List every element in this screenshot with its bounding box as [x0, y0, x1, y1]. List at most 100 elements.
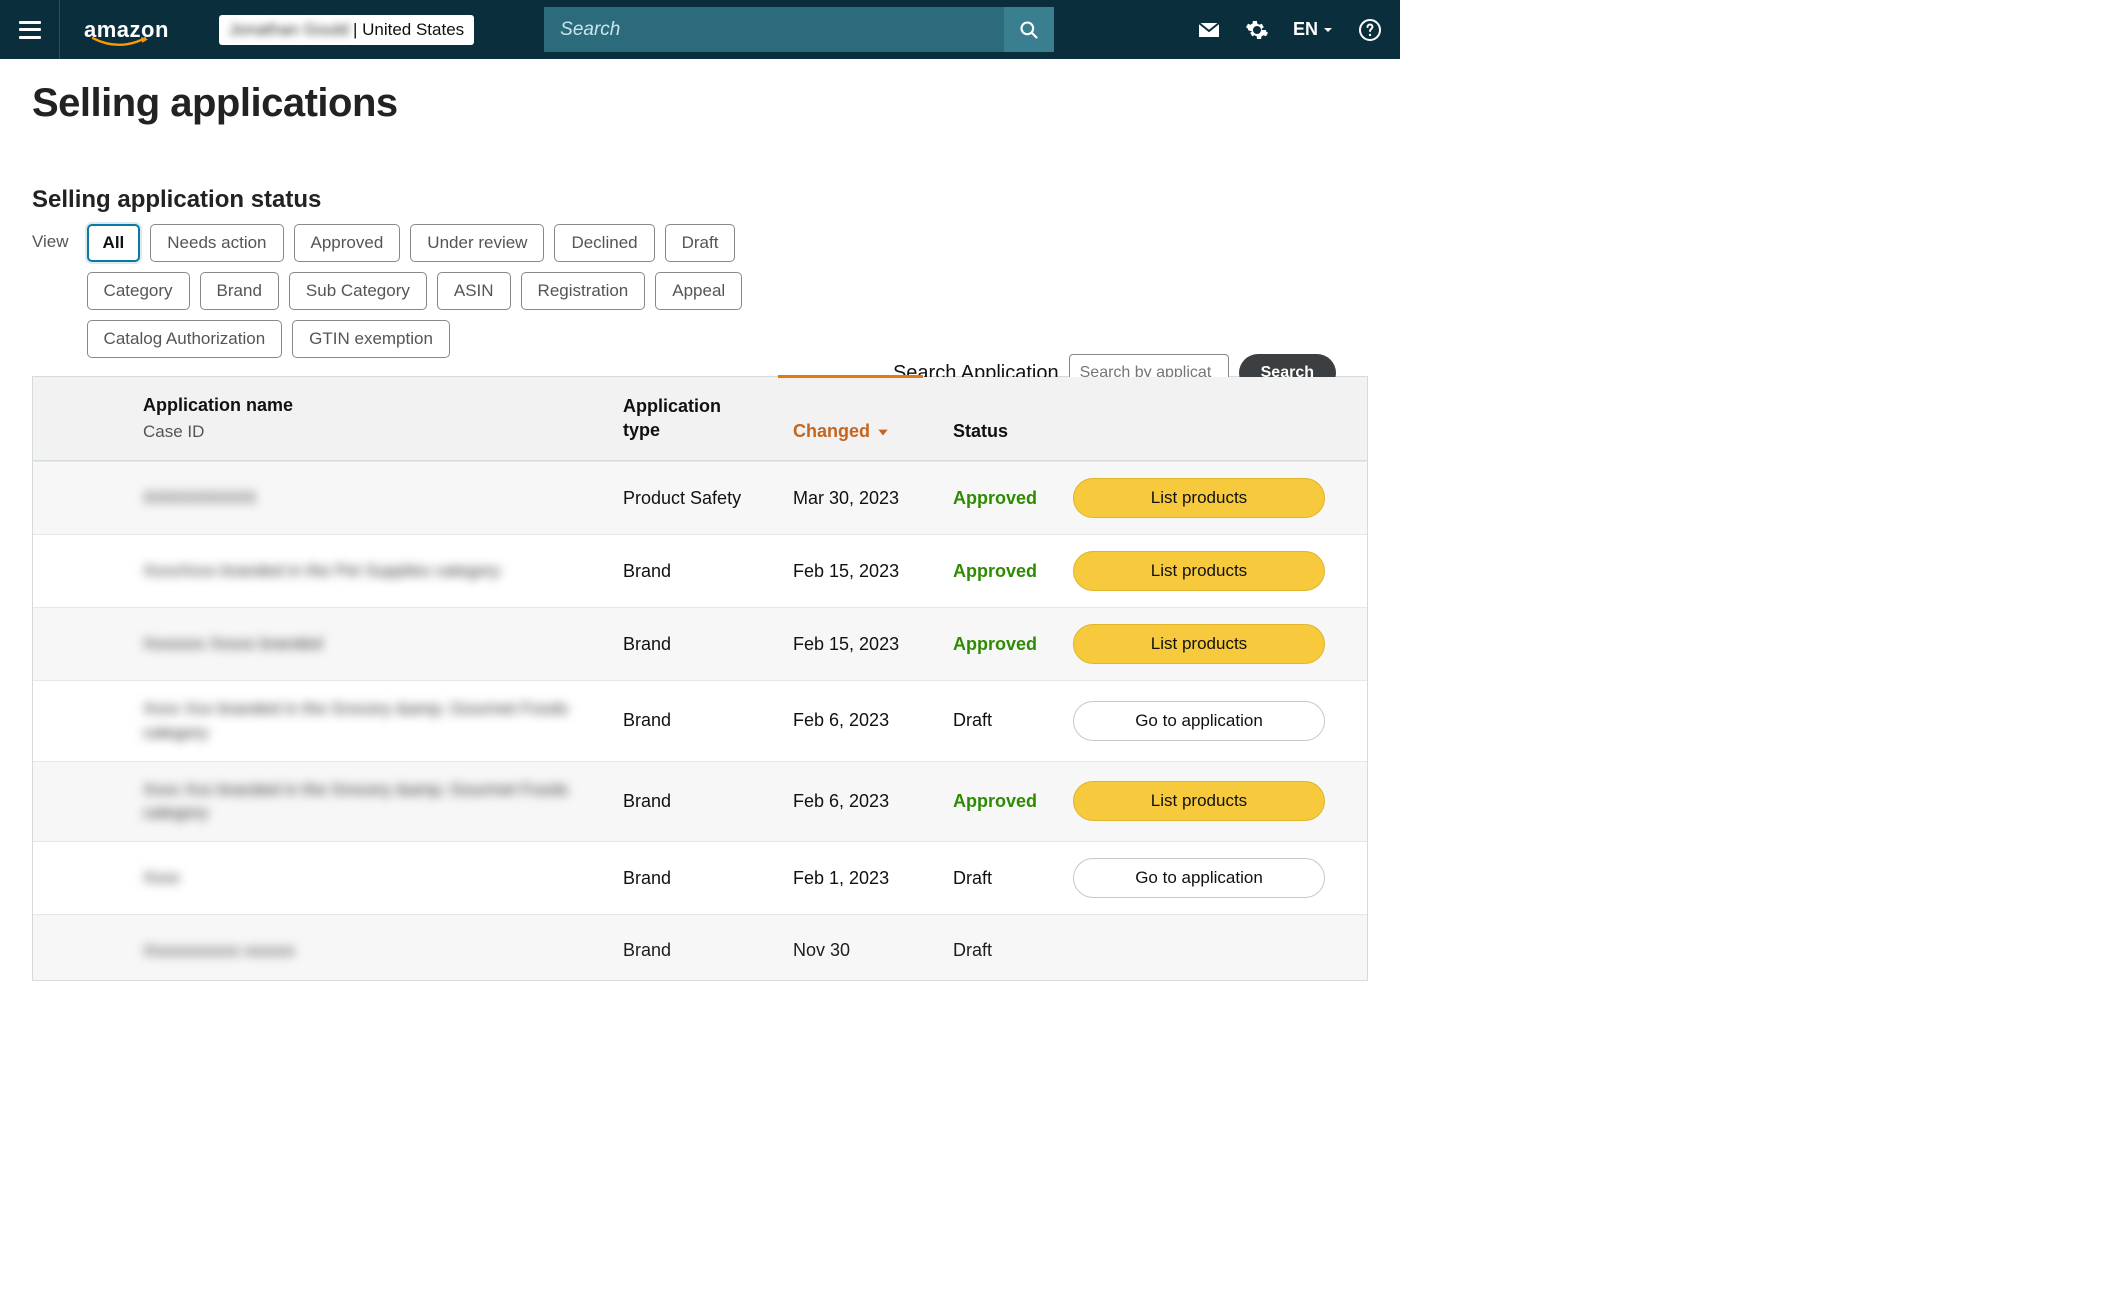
- th-application-name[interactable]: Application name: [143, 395, 623, 416]
- application-name-redacted: XxxxXxxx branded in the Pet Supplies cat…: [143, 559, 623, 583]
- table-row: Xxxx Xxx branded in the Grocery &amp; Go…: [33, 761, 1367, 842]
- cell-application-type: Brand: [623, 791, 793, 812]
- list-products-button[interactable]: List products: [1073, 551, 1325, 591]
- cell-status: Approved: [953, 488, 1073, 509]
- application-name-redacted: Xxxx: [143, 866, 623, 890]
- marketplace-label: | United States: [353, 20, 464, 40]
- cell-action: Go to application: [1073, 701, 1333, 741]
- th-application-type[interactable]: Application type: [623, 395, 793, 442]
- cell-changed: Nov 30: [793, 940, 953, 961]
- cell-status: Draft: [953, 940, 1073, 961]
- cell-status: Approved: [953, 561, 1073, 582]
- table-row: XxxxXxxx branded in the Pet Supplies cat…: [33, 534, 1367, 607]
- cell-changed: Mar 30, 2023: [793, 488, 953, 509]
- application-name-redacted: Xxxx Xxx branded in the Grocery &amp; Go…: [143, 697, 623, 745]
- cell-status: Approved: [953, 634, 1073, 655]
- nav-icon-group: EN: [1197, 18, 1382, 42]
- filter-chip-category[interactable]: Category: [87, 272, 190, 310]
- cell-application-type: Brand: [623, 634, 793, 655]
- go-to-application-button[interactable]: Go to application: [1073, 858, 1325, 898]
- cell-application-type: Brand: [623, 710, 793, 731]
- filter-chip-declined[interactable]: Declined: [554, 224, 654, 262]
- filter-chip-catalog-authorization[interactable]: Catalog Authorization: [87, 320, 283, 358]
- gear-icon: [1245, 18, 1269, 42]
- application-name-redacted: XXXXXXXXXX: [143, 486, 623, 510]
- table-header: Application name Case ID Application typ…: [33, 377, 1367, 461]
- cell-application-name[interactable]: Xxxx Xxx branded in the Grocery &amp; Go…: [143, 778, 623, 826]
- filter-chip-gtin-exemption[interactable]: GTIN exemption: [292, 320, 450, 358]
- cell-action: List products: [1073, 551, 1333, 591]
- cell-application-name[interactable]: Xxxx: [143, 866, 623, 890]
- settings-button[interactable]: [1245, 18, 1269, 42]
- th-changed[interactable]: Changed: [793, 421, 953, 442]
- search-icon: [1019, 20, 1039, 40]
- table-row: Xxxxxxx Xxxxx brandedBrandFeb 15, 2023Ap…: [33, 607, 1367, 680]
- table-body: XXXXXXXXXXProduct SafetyMar 30, 2023Appr…: [33, 461, 1367, 980]
- cell-application-name[interactable]: Xxxx Xxx branded in the Grocery &amp; Go…: [143, 697, 623, 745]
- list-products-button[interactable]: List products: [1073, 624, 1325, 664]
- page-content: Selling applications Selling application…: [0, 59, 1400, 981]
- help-button[interactable]: [1358, 18, 1382, 42]
- cell-changed: Feb 1, 2023: [793, 868, 953, 889]
- table-row: Xxxxxxxxxxx xxxxxxBrandNov 30Draft: [33, 914, 1367, 980]
- sort-accent: [778, 375, 923, 378]
- th-case-id[interactable]: Case ID: [143, 422, 623, 442]
- list-products-button[interactable]: List products: [1073, 478, 1325, 518]
- filter-chip-brand[interactable]: Brand: [200, 272, 279, 310]
- application-name-redacted: Xxxxxxxxxxx xxxxxx: [143, 939, 623, 963]
- amazon-logo[interactable]: amazon: [84, 17, 169, 43]
- help-icon: [1358, 18, 1382, 42]
- account-context-selector[interactable]: Jonathan Gould | United States: [219, 15, 474, 45]
- cell-application-name[interactable]: XxxxXxxx branded in the Pet Supplies cat…: [143, 559, 623, 583]
- mail-icon: [1197, 18, 1221, 42]
- th-status[interactable]: Status: [953, 421, 1073, 442]
- applications-table: Application name Case ID Application typ…: [32, 376, 1368, 981]
- section-title: Selling application status: [32, 186, 1368, 214]
- cell-action: List products: [1073, 624, 1333, 664]
- filter-chip-appeal[interactable]: Appeal: [655, 272, 742, 310]
- filter-chip-under-review[interactable]: Under review: [410, 224, 544, 262]
- table-row: Xxxx Xxx branded in the Grocery &amp; Go…: [33, 680, 1367, 761]
- menu-button[interactable]: [0, 0, 60, 59]
- cell-application-type: Brand: [623, 940, 793, 961]
- messages-button[interactable]: [1197, 18, 1221, 42]
- filter-chip-sub-category[interactable]: Sub Category: [289, 272, 427, 310]
- cell-status: Draft: [953, 868, 1073, 889]
- smile-icon: [90, 37, 148, 49]
- top-navigation: amazon Jonathan Gould | United States EN: [0, 0, 1400, 59]
- view-label: View: [32, 232, 69, 252]
- filter-chip-needs-action[interactable]: Needs action: [150, 224, 283, 262]
- cell-action: Go to application: [1073, 858, 1333, 898]
- filter-chip-approved[interactable]: Approved: [294, 224, 401, 262]
- cell-status: Approved: [953, 791, 1073, 812]
- sort-desc-icon: [876, 425, 890, 439]
- cell-action: List products: [1073, 478, 1333, 518]
- search-button[interactable]: [1004, 7, 1054, 52]
- cell-changed: Feb 15, 2023: [793, 634, 953, 655]
- cell-application-name[interactable]: Xxxxxxx Xxxxx branded: [143, 632, 623, 656]
- go-to-application-button[interactable]: Go to application: [1073, 701, 1325, 741]
- cell-action: List products: [1073, 781, 1333, 821]
- filter-chip-registration[interactable]: Registration: [521, 272, 646, 310]
- cell-application-name[interactable]: Xxxxxxxxxxx xxxxxx: [143, 939, 623, 963]
- cell-application-type: Product Safety: [623, 488, 793, 509]
- language-selector[interactable]: EN: [1293, 19, 1334, 40]
- list-products-button[interactable]: List products: [1073, 781, 1325, 821]
- filter-chip-draft[interactable]: Draft: [665, 224, 736, 262]
- account-name-redacted: Jonathan Gould: [229, 20, 349, 40]
- cell-status: Draft: [953, 710, 1073, 731]
- language-label: EN: [1293, 19, 1318, 40]
- cell-application-name[interactable]: XXXXXXXXXX: [143, 486, 623, 510]
- cell-changed: Feb 15, 2023: [793, 561, 953, 582]
- filter-chip-asin[interactable]: ASIN: [437, 272, 511, 310]
- cell-changed: Feb 6, 2023: [793, 791, 953, 812]
- search-input[interactable]: [544, 7, 1004, 52]
- page-title: Selling applications: [32, 81, 1368, 126]
- global-search: [544, 7, 1054, 52]
- application-name-redacted: Xxxxxxx Xxxxx branded: [143, 632, 623, 656]
- filter-chip-all[interactable]: All: [87, 224, 141, 262]
- hamburger-icon: [19, 21, 41, 39]
- filter-row: View AllNeeds action ApprovedUnder review…: [32, 224, 1368, 358]
- table-row: XXXXXXXXXXProduct SafetyMar 30, 2023Appr…: [33, 461, 1367, 534]
- application-name-redacted: Xxxx Xxx branded in the Grocery &amp; Go…: [143, 778, 623, 826]
